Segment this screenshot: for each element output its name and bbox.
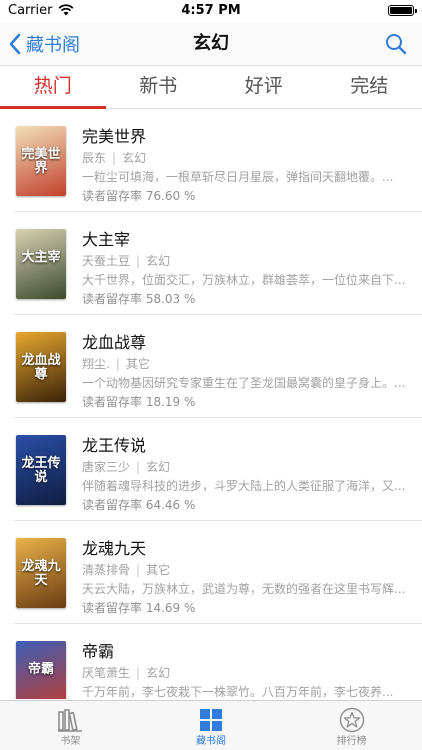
tab-2[interactable]: 新书 bbox=[106, 66, 212, 108]
book-description: 天云大陆，万族林立，武道为尊，无数的强者在这里书写辉... bbox=[82, 582, 406, 596]
book-description: 一个动物基因研究专家重生在了圣龙国最窝囊的皇子身上。... bbox=[82, 376, 406, 390]
book-cover-text: 大主宰 bbox=[21, 250, 61, 265]
tab-3[interactable]: 好评 bbox=[211, 66, 317, 108]
meta-separator: | bbox=[115, 357, 120, 371]
book-category: 玄幻 bbox=[146, 460, 171, 474]
book-description: 伴随着魂导科技的进步，斗罗大陆上的人类征服了海洋，又... bbox=[82, 479, 406, 493]
book-list-item[interactable]: 龙血战尊 龙血战尊 翔尘. | 其它 一个动物基因研究专家重生在了圣龙国最窝囊的皇子… bbox=[0, 315, 422, 418]
book-cover-image: 大主宰 bbox=[16, 229, 66, 299]
book-author: 天蚕土豆 bbox=[82, 254, 131, 268]
tab-4[interactable]: 完结 bbox=[317, 66, 422, 108]
book-cover-image: 龙魂九天 bbox=[16, 538, 66, 608]
book-retention-rate: 读者留存率 64.46 % bbox=[82, 498, 196, 512]
meta-separator: | bbox=[136, 666, 141, 680]
book-cover-text: 龙魂九天 bbox=[21, 559, 61, 588]
meta-separator: | bbox=[112, 151, 117, 165]
book-retention-rate: 读者留存率 58.03 % bbox=[82, 292, 196, 306]
book-list-item[interactable]: 完美世界 完美世界 辰东 | 玄幻 一粒尘可填海，一根草斩尽日月星辰，弹指间天翻地覆… bbox=[0, 109, 422, 212]
battery-icon bbox=[388, 5, 417, 16]
book-category: 玄幻 bbox=[146, 254, 171, 268]
book-cover-image: 龙王传说 bbox=[16, 435, 66, 505]
book-author: 清蒸排骨 bbox=[82, 563, 131, 577]
book-title: 龙王传说 bbox=[82, 436, 147, 455]
category-tabs: 热门 新书 好评 完结 bbox=[0, 66, 422, 109]
book-author: 翔尘. bbox=[82, 357, 110, 371]
search-icon[interactable] bbox=[384, 32, 408, 56]
meta-separator: | bbox=[136, 254, 141, 268]
book-title: 龙血战尊 bbox=[82, 333, 147, 352]
book-list-item[interactable]: 帝霸 帝霸 厌笔萧生 | 玄幻 千万年前，李七夜栽下一株翠竹。八百万年前，李七夜养.… bbox=[0, 624, 422, 699]
book-meta: 厌笔萧生 | 玄幻 bbox=[82, 664, 170, 681]
book-list-item[interactable]: 龙魂九天 龙魂九天 清蒸排骨 | 其它 天云大陆，万族林立，武道为尊，无数的强者在这… bbox=[0, 521, 422, 624]
tabbar-item-label: 书架 bbox=[60, 736, 81, 747]
tabbar-item-1[interactable]: 书架 bbox=[0, 701, 141, 750]
book-cover-text: 龙王传说 bbox=[21, 456, 61, 485]
book-category: 其它 bbox=[125, 357, 150, 371]
book-list-item[interactable]: 龙王传说 龙王传说 唐家三少 | 玄幻 伴随着魂导科技的进步，斗罗大陆上的人类征服了… bbox=[0, 418, 422, 521]
book-title: 帝霸 bbox=[82, 642, 115, 661]
meta-separator: | bbox=[136, 563, 141, 577]
book-title: 完美世界 bbox=[82, 127, 147, 146]
book-meta: 清蒸排骨 | 其它 bbox=[82, 561, 170, 578]
book-cover-text: 龙血战尊 bbox=[21, 353, 61, 382]
book-cover-image: 龙血战尊 bbox=[16, 332, 66, 402]
tab-bar: 书架 藏书阁 排行榜 bbox=[0, 700, 422, 750]
page-title: 玄幻 bbox=[193, 33, 229, 54]
tabbar-item-label: 藏书阁 bbox=[196, 736, 226, 747]
book-meta: 翔尘. | 其它 bbox=[82, 355, 150, 372]
book-cover-text: 帝霸 bbox=[27, 662, 54, 677]
tabbar-item-3[interactable]: 排行榜 bbox=[281, 701, 422, 750]
book-author: 唐家三少 bbox=[82, 460, 131, 474]
book-category: 其它 bbox=[146, 563, 171, 577]
book-category: 玄幻 bbox=[146, 666, 171, 680]
book-list: 完美世界 完美世界 辰东 | 玄幻 一粒尘可填海，一根草斩尽日月星辰，弹指间天翻地覆… bbox=[0, 109, 422, 699]
book-cover-text: 完美世界 bbox=[21, 147, 61, 176]
book-category: 玄幻 bbox=[122, 151, 147, 165]
bookshelf-icon bbox=[58, 709, 83, 732]
book-title: 龙魂九天 bbox=[82, 539, 147, 558]
tabbar-item-label: 排行榜 bbox=[336, 736, 367, 747]
tab-1[interactable]: 热门 bbox=[0, 66, 106, 109]
library-grid-icon bbox=[200, 709, 222, 731]
book-description: 一粒尘可填海，一根草斩尽日月星辰，弹指间天翻地覆。... bbox=[82, 170, 394, 184]
meta-separator: | bbox=[136, 460, 141, 474]
book-meta: 辰东 | 玄幻 bbox=[82, 149, 146, 166]
book-author: 辰东 bbox=[82, 151, 107, 165]
book-description: 千万年前，李七夜栽下一株翠竹。八百万年前，李七夜养... bbox=[82, 685, 394, 699]
book-retention-rate: 读者留存率 76.60 % bbox=[82, 189, 196, 203]
book-retention-rate: 读者留存率 14.69 % bbox=[82, 601, 196, 615]
book-meta: 唐家三少 | 玄幻 bbox=[82, 458, 170, 475]
star-icon bbox=[339, 707, 364, 733]
book-author: 厌笔萧生 bbox=[82, 666, 131, 680]
status-bar: Carrier 4:57 PM bbox=[0, 0, 422, 22]
book-description: 大千世界，位面交汇，万族林立，群雄荟萃，一位位来自下... bbox=[82, 273, 406, 287]
book-title: 大主宰 bbox=[82, 230, 131, 249]
book-cover-image: 完美世界 bbox=[16, 126, 66, 196]
book-list-item[interactable]: 大主宰 大主宰 天蚕土豆 | 玄幻 大千世界，位面交汇，万族林立，群雄荟萃，一位位来… bbox=[0, 212, 422, 315]
clock-time: 4:57 PM bbox=[181, 3, 241, 18]
book-retention-rate: 读者留存率 18.19 % bbox=[82, 395, 196, 409]
navigation-bar: 藏书阁 玄幻 bbox=[0, 22, 422, 66]
book-meta: 天蚕土豆 | 玄幻 bbox=[82, 252, 170, 269]
book-cover-image: 帝霸 bbox=[16, 641, 66, 699]
tabbar-item-2[interactable]: 藏书阁 bbox=[141, 701, 282, 750]
